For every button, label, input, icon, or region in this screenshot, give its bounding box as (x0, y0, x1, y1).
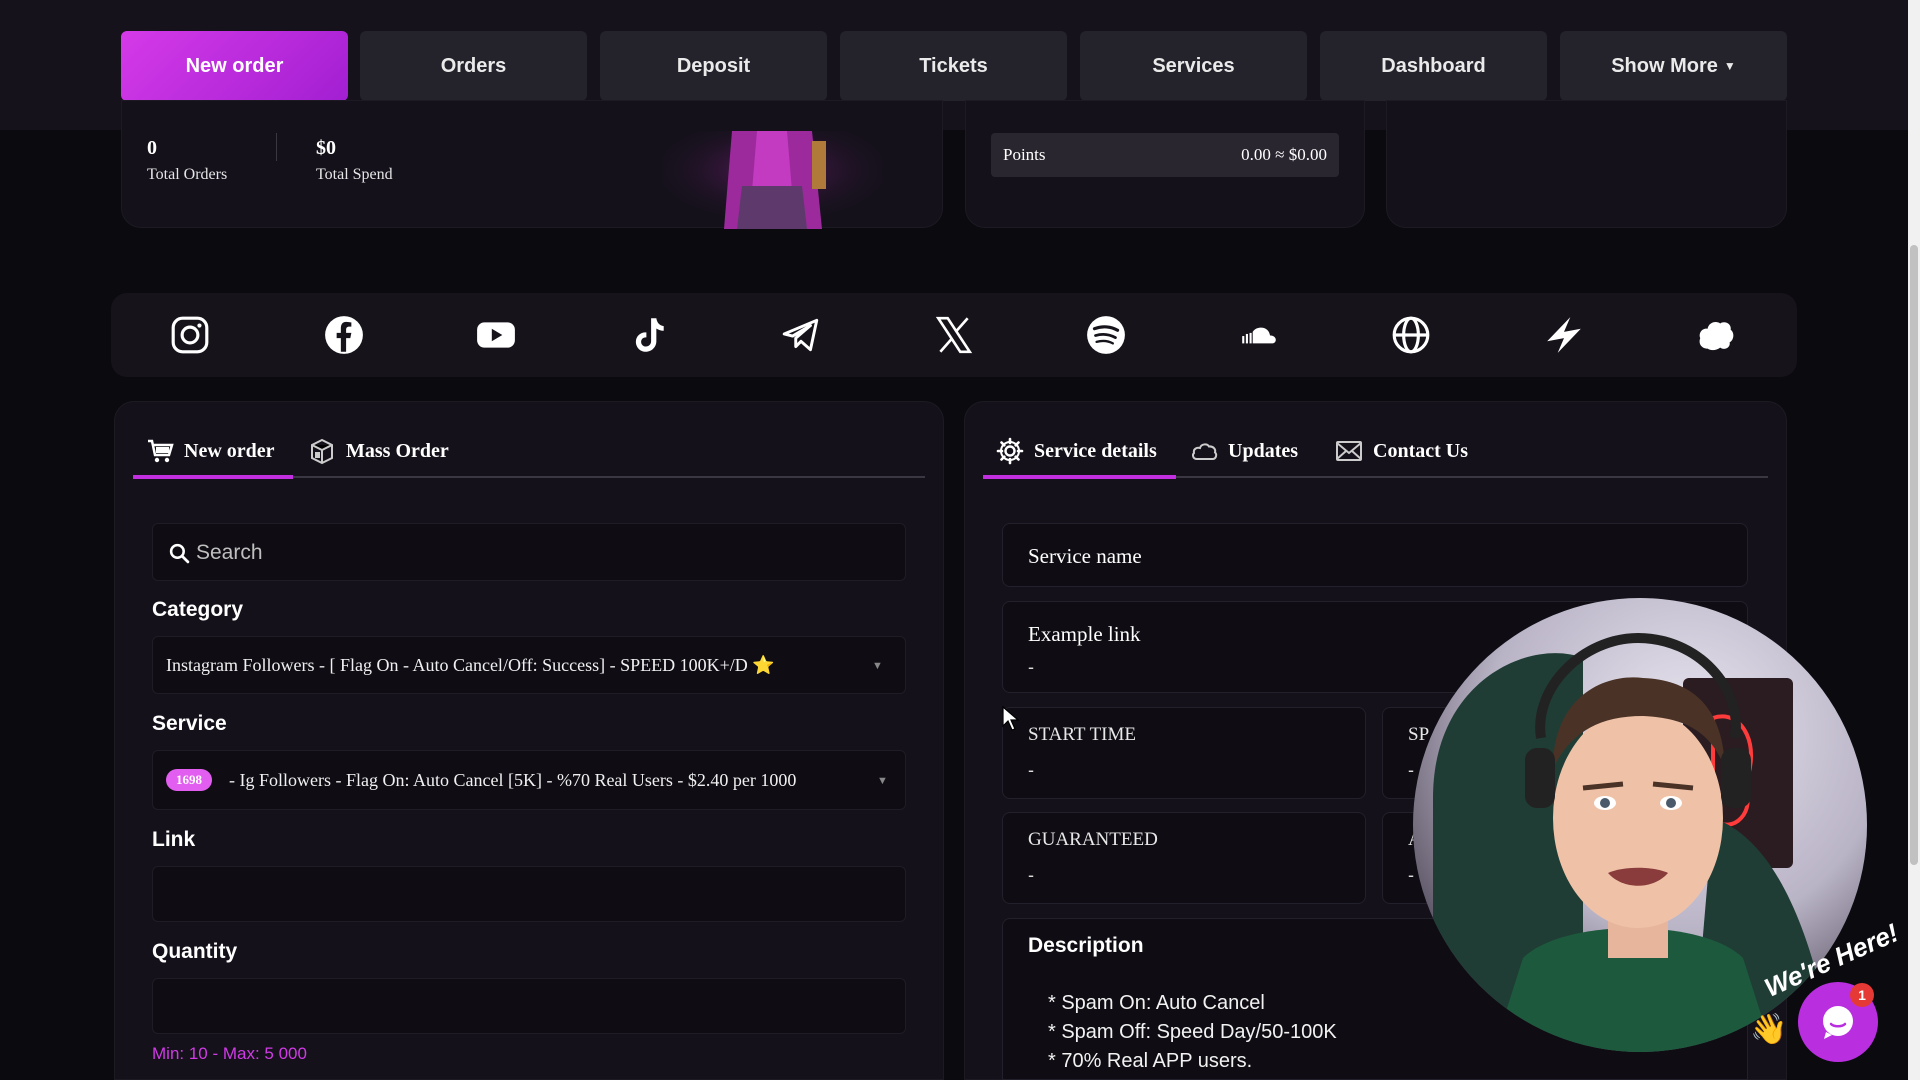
tab-active-indicator (133, 475, 293, 479)
tab-active-indicator (983, 475, 1176, 479)
total-orders-label: Total Orders (147, 166, 228, 183)
description-line: * 70% Real APP users. (1048, 1050, 1253, 1072)
total-spend-label: Total Spend (316, 166, 393, 183)
service-name-box: Service name (1002, 523, 1748, 587)
cloud-outline-icon (1192, 443, 1218, 460)
total-orders-value: 0 (147, 137, 157, 159)
service-value: - Ig Followers - Flag On: Auto Cancel [5… (229, 770, 797, 790)
guaranteed-value: - (1028, 865, 1034, 885)
nav-label: New order (185, 54, 284, 77)
dropdown-caret-icon: ▼ (877, 775, 888, 787)
cloud-icon[interactable] (1694, 313, 1738, 357)
nav-orders[interactable]: Orders (360, 31, 587, 101)
service-name-label: Service name (1028, 544, 1142, 568)
nav-dashboard[interactable]: Dashboard (1320, 31, 1547, 101)
gear-icon (996, 437, 1024, 465)
nav-tickets[interactable]: Tickets (840, 31, 1067, 101)
category-value: Instagram Followers - [ Flag On - Auto C… (166, 655, 775, 675)
start-time-box: START TIME - (1002, 707, 1366, 799)
example-link-value: - (1028, 657, 1034, 677)
search-icon (169, 543, 190, 564)
character-illustration (662, 131, 882, 229)
service-label: Service (152, 712, 227, 735)
tab-mass-order[interactable]: Mass Order (308, 437, 449, 465)
quantity-hint: Min: 10 - Max: 5 000 (152, 1044, 307, 1063)
profile-card (121, 100, 943, 229)
tab-updates-label: Updates (1228, 439, 1299, 462)
quantity-input[interactable] (152, 978, 906, 1034)
boxes-icon (311, 438, 333, 465)
nav-deposit[interactable]: Deposit (600, 31, 827, 101)
tab-service-details[interactable]: Service details (996, 437, 1157, 465)
instagram-icon[interactable] (168, 313, 212, 357)
nav-label: Orders (440, 54, 507, 77)
facebook-icon[interactable] (322, 313, 366, 357)
category-label: Category (152, 598, 244, 621)
mouse-cursor-icon (1002, 706, 1020, 731)
search-input[interactable]: Search (152, 523, 906, 581)
cart-icon (148, 439, 174, 463)
youtube-icon[interactable] (474, 313, 518, 357)
nav-label: Deposit (676, 54, 751, 77)
x-icon[interactable] (932, 313, 976, 357)
speed-label: SP (1408, 724, 1430, 745)
link-label: Link (152, 828, 196, 851)
nav-label: Dashboard (1381, 54, 1486, 77)
points-value: 0.00 ≈ $0.00 (1241, 145, 1327, 164)
description-line: * Spam On: Auto Cancel (1048, 992, 1265, 1014)
points-label: Points (1003, 145, 1046, 164)
nav-show-more[interactable]: Show More ▼ (1560, 31, 1787, 101)
description-line: * Spam Off: Speed Day/50-100K (1048, 1021, 1337, 1043)
nav-services[interactable]: Services (1080, 31, 1307, 101)
chat-notification-badge: 1 (1850, 983, 1874, 1007)
search-placeholder: Search (196, 541, 263, 564)
guaranteed-box: GUARANTEED - (1002, 812, 1366, 904)
stat-divider (276, 133, 277, 161)
soundcloud-icon[interactable] (1237, 313, 1281, 357)
tab-mass-order-label: Mass Order (346, 439, 449, 462)
quantity-label: Quantity (152, 940, 238, 963)
scrollbar-thumb[interactable] (1910, 245, 1918, 865)
telegram-icon[interactable] (779, 313, 823, 357)
chat-bubble-icon (1823, 1006, 1853, 1039)
caret-down-icon: ▼ (1723, 59, 1736, 73)
dropdown-caret-icon: ▼ (872, 660, 883, 672)
service-id-badge: 1698 (166, 769, 212, 791)
nav-new-order[interactable]: New order (121, 31, 348, 101)
example-link-label: Example link (1028, 622, 1141, 646)
spotify-icon[interactable] (1084, 313, 1128, 357)
envelope-icon (1336, 441, 1362, 461)
average-time-value: - (1408, 865, 1414, 885)
waving-hand-icon: 👋 (1750, 1013, 1788, 1046)
globe-icon[interactable] (1389, 313, 1433, 357)
description-label: Description (1028, 934, 1144, 957)
nav-label: Tickets (919, 54, 988, 77)
start-time-value: - (1028, 760, 1034, 780)
tab-new-order[interactable]: New order (146, 437, 275, 465)
guaranteed-label: GUARANTEED (1028, 829, 1158, 850)
category-select[interactable]: Instagram Followers - [ Flag On - Auto C… (152, 636, 906, 694)
nav-label: Services (1152, 54, 1235, 77)
tab-contact-us[interactable]: Contact Us (1335, 437, 1468, 465)
service-select[interactable]: 1698 - Ig Followers - Flag On: Auto Canc… (152, 750, 906, 810)
tab-service-details-label: Service details (1034, 439, 1157, 462)
tiktok-icon[interactable] (627, 313, 671, 357)
link-input[interactable] (152, 866, 906, 922)
tab-new-order-label: New order (184, 439, 275, 462)
speed-value: - (1408, 760, 1414, 780)
spark-icon[interactable] (1542, 313, 1586, 357)
nav-label: Show More (1611, 54, 1718, 77)
points-row: Points 0.00 ≈ $0.00 (991, 133, 1339, 177)
tab-contact-us-label: Contact Us (1373, 439, 1468, 462)
tab-updates[interactable]: Updates (1190, 437, 1298, 465)
start-time-label: START TIME (1028, 724, 1137, 745)
total-spend-value: $0 (316, 137, 336, 159)
info-card (1386, 100, 1787, 228)
